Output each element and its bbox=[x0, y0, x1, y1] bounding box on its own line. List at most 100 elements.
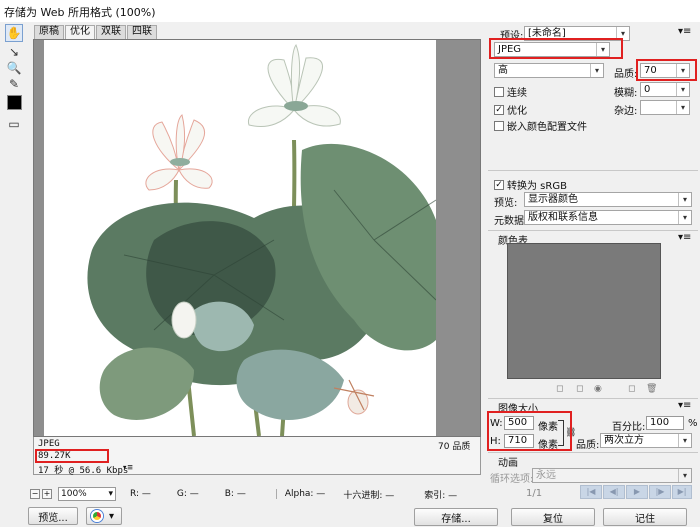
frame-counter: 1/1 bbox=[526, 488, 543, 499]
status-hex: 十六进制: — bbox=[343, 490, 395, 501]
convert-srgb-checkbox[interactable]: ✓ 转换为 sRGB bbox=[494, 177, 567, 192]
percent-label: 百分比: bbox=[612, 422, 646, 433]
chevron-down-icon: ▾ bbox=[678, 211, 691, 224]
divider bbox=[488, 452, 698, 453]
reset-button[interactable]: 复位 bbox=[511, 508, 595, 526]
quality-label: 品质: bbox=[614, 69, 638, 80]
check-icon: ✓ bbox=[494, 104, 504, 115]
loop-options-select[interactable]: 永远 ▾ bbox=[532, 468, 692, 483]
color-table-menu-icon[interactable]: ▾≡ bbox=[678, 232, 691, 243]
progressive-checkbox[interactable]: 连续 bbox=[494, 84, 527, 99]
status-g: G: — bbox=[176, 489, 199, 499]
matte-label: 杂边: bbox=[614, 106, 638, 117]
percent-input[interactable]: 100 bbox=[646, 416, 684, 430]
tab-optimized[interactable]: 优化 bbox=[65, 25, 95, 39]
blur-label: 模糊: bbox=[614, 88, 638, 99]
checkbox-box bbox=[494, 86, 504, 97]
file-size-highlight bbox=[35, 449, 109, 463]
image-size-menu-icon[interactable]: ▾≡ bbox=[678, 400, 691, 411]
metadata-select[interactable]: 版权和联系信息 ▾ bbox=[524, 210, 692, 225]
chevron-down-icon: ▾ bbox=[678, 193, 691, 206]
preview-value: 显示器颜色 bbox=[528, 194, 578, 205]
optimized-checkbox[interactable]: ✓ 优化 bbox=[494, 102, 527, 117]
preview-button[interactable]: 预览... bbox=[28, 507, 78, 525]
eyedropper-color-swatch[interactable] bbox=[7, 95, 22, 110]
play-icon[interactable]: ▶ bbox=[626, 485, 648, 499]
lotus-painting-image bbox=[87, 44, 436, 436]
toggle-slices-icon[interactable]: ▭ bbox=[5, 115, 23, 133]
divider bbox=[488, 170, 698, 171]
checkbox-box bbox=[494, 120, 504, 131]
info-quality: 70 品质 bbox=[438, 442, 471, 452]
eyedropper-tool-icon[interactable]: ✎ bbox=[5, 75, 23, 93]
chevron-down-icon: ▾ bbox=[678, 469, 691, 482]
chevron-down-icon: ▾ bbox=[676, 83, 689, 96]
zoom-in-button[interactable]: + bbox=[42, 489, 52, 499]
chevron-down-icon: ▾ bbox=[108, 489, 113, 499]
convert-srgb-label: 转换为 sRGB bbox=[507, 181, 567, 192]
zoom-select[interactable]: 100% ▾ bbox=[58, 487, 116, 501]
hand-tool-icon[interactable]: ✋ bbox=[5, 24, 23, 42]
format-highlight bbox=[489, 38, 623, 59]
settings-menu-icon[interactable]: ▾≡ bbox=[678, 26, 691, 37]
resample-quality-value: 两次立方 bbox=[604, 435, 644, 446]
chevron-down-icon: ▾ bbox=[678, 434, 691, 447]
color-table[interactable] bbox=[507, 243, 661, 379]
check-icon: ✓ bbox=[494, 179, 504, 190]
web-shift-icon[interactable]: ◻ bbox=[576, 384, 586, 394]
progressive-label: 连续 bbox=[507, 88, 527, 99]
quality-level-value: 高 bbox=[498, 65, 508, 76]
next-frame-icon[interactable]: |▶ bbox=[649, 485, 671, 499]
chevron-down-icon: ▾ bbox=[676, 101, 689, 114]
browser-select[interactable]: ▾ bbox=[86, 507, 122, 525]
status-bar: − + 100% ▾ R: — G: — B: — Alpha: — 十六进制:… bbox=[30, 486, 490, 502]
status-r: R: — bbox=[130, 489, 151, 499]
resample-quality-select[interactable]: 两次立方 ▾ bbox=[600, 433, 692, 448]
resample-quality-label: 品质: bbox=[576, 440, 600, 451]
image-info-panel: JPEG 89.27K 17 秒 @ 56.6 Kbps ▾≡ 70 品质 bbox=[33, 437, 481, 476]
loop-options-label: 循环选项: bbox=[490, 474, 534, 485]
preview-select[interactable]: 显示器颜色 ▾ bbox=[524, 192, 692, 207]
status-alpha: Alpha: — bbox=[275, 489, 325, 499]
blur-value: 0 bbox=[644, 84, 651, 95]
preview-label: 预览: bbox=[494, 198, 518, 209]
browser-icon bbox=[91, 510, 103, 522]
metadata-value: 版权和联系信息 bbox=[528, 212, 598, 223]
embed-profile-checkbox[interactable]: 嵌入颜色配置文件 bbox=[494, 118, 587, 133]
view-tabs: 原稿 优化 双联 四联 bbox=[34, 25, 158, 39]
blur-input[interactable]: 0 ▾ bbox=[640, 82, 690, 97]
status-b: B: — bbox=[224, 489, 246, 499]
quality-highlight bbox=[636, 59, 697, 81]
chevron-down-icon: ▾ bbox=[109, 510, 115, 522]
map-color-icon[interactable]: ◻ bbox=[556, 384, 566, 394]
tab-4up[interactable]: 四联 bbox=[127, 25, 157, 39]
percent-unit: % bbox=[688, 418, 698, 429]
info-format: JPEG bbox=[38, 439, 60, 449]
divider bbox=[488, 230, 698, 231]
metadata-label: 元数据: bbox=[494, 216, 528, 227]
zoom-value: 100% bbox=[61, 489, 87, 499]
window-title: 存储为 Web 所用格式 (100%) bbox=[4, 6, 156, 19]
chevron-down-icon: ▾ bbox=[590, 64, 603, 77]
matte-select[interactable]: ▾ bbox=[640, 100, 690, 115]
image-preview[interactable] bbox=[44, 40, 436, 436]
remember-button[interactable]: 记住 bbox=[603, 508, 687, 526]
tab-original[interactable]: 原稿 bbox=[34, 25, 64, 39]
quality-level-select[interactable]: 高 ▾ bbox=[494, 63, 604, 78]
animation-title: 动画 bbox=[498, 458, 518, 469]
last-frame-icon[interactable]: ▶| bbox=[672, 485, 692, 499]
first-frame-icon[interactable]: |◀ bbox=[580, 485, 602, 499]
image-size-highlight bbox=[487, 411, 572, 451]
save-button[interactable]: 存储... bbox=[414, 508, 498, 526]
prev-frame-icon[interactable]: ◀| bbox=[603, 485, 625, 499]
trash-icon[interactable]: 🗑 bbox=[646, 384, 657, 394]
embed-profile-label: 嵌入颜色配置文件 bbox=[507, 122, 587, 133]
new-color-icon[interactable]: ◻ bbox=[628, 384, 638, 394]
download-speed-menu-icon[interactable]: ▾≡ bbox=[122, 463, 133, 473]
info-download-time: 17 秒 @ 56.6 Kbps bbox=[38, 466, 129, 476]
lock-color-icon[interactable]: ◉ bbox=[594, 384, 604, 394]
title-bar: 存储为 Web 所用格式 (100%) bbox=[0, 0, 700, 22]
optimized-label: 优化 bbox=[507, 106, 527, 117]
tab-2up[interactable]: 双联 bbox=[96, 25, 126, 39]
zoom-out-button[interactable]: − bbox=[30, 489, 40, 499]
